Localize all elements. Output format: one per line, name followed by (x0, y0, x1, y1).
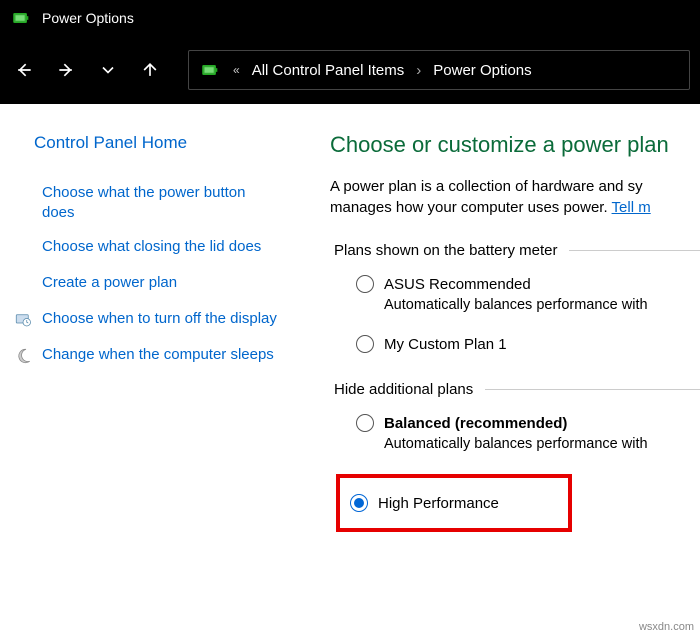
highlighted-plan-box: High Performance (336, 474, 572, 532)
plan-asus-recommended[interactable]: ASUS Recommended (356, 275, 700, 293)
sidebar-item-label[interactable]: Create a power plan (42, 273, 177, 293)
radio-icon[interactable] (356, 275, 374, 293)
sidebar-item-label[interactable]: Choose what the power button does (42, 183, 280, 224)
address-bar[interactable]: « All Control Panel Items › Power Option… (188, 50, 690, 90)
sidebar-item-label[interactable]: Choose what closing the lid does (42, 237, 261, 257)
plan-label: ASUS Recommended (384, 276, 531, 293)
plan-balanced[interactable]: Balanced (recommended) (356, 414, 700, 432)
page-heading: Choose or customize a power plan (330, 132, 700, 158)
sidebar-item-display-off[interactable]: Choose when to turn off the display (34, 309, 280, 331)
battery-icon (10, 7, 32, 29)
battery-icon (199, 59, 221, 81)
sidebar-item-closing-lid[interactable]: Choose what closing the lid does (34, 237, 280, 259)
sidebar-item-label[interactable]: Change when the computer sleeps (42, 345, 274, 365)
sidebar: Control Panel Home Choose what the power… (0, 132, 300, 637)
plan-label: Balanced (recommended) (384, 415, 567, 432)
chevron-right-icon: › (416, 62, 421, 79)
watermark: wsxdn.com (639, 621, 694, 633)
moon-icon (12, 345, 34, 367)
divider (485, 389, 700, 390)
chevrons-icon: « (233, 63, 240, 77)
radio-icon[interactable] (356, 414, 374, 432)
sidebar-home-label[interactable]: Control Panel Home (34, 133, 187, 152)
title-bar: Power Options (0, 0, 700, 36)
radio-icon[interactable] (356, 335, 374, 353)
tell-more-link[interactable]: Tell m (612, 199, 651, 216)
group-plans-shown: Plans shown on the battery meter (334, 242, 700, 259)
sidebar-item-create-plan[interactable]: Create a power plan (34, 273, 280, 295)
group-label-text: Hide additional plans (334, 381, 473, 398)
plan-high-performance-label[interactable]: High Performance (378, 495, 499, 512)
back-button[interactable] (10, 56, 38, 84)
window-title: Power Options (42, 10, 134, 26)
group-label-text: Plans shown on the battery meter (334, 242, 557, 259)
empty-icon (12, 237, 34, 259)
main-panel: Choose or customize a power plan A power… (300, 132, 700, 637)
group-hide-additional[interactable]: Hide additional plans (334, 381, 700, 398)
monitor-clock-icon (12, 309, 34, 331)
divider (569, 250, 700, 251)
page-description: A power plan is a collection of hardware… (330, 176, 700, 218)
control-panel-home-link[interactable]: Control Panel Home (34, 132, 280, 155)
forward-button[interactable] (52, 56, 80, 84)
breadcrumb-item[interactable]: All Control Panel Items (252, 62, 405, 79)
sidebar-item-sleep[interactable]: Change when the computer sleeps (34, 345, 280, 367)
breadcrumb-item[interactable]: Power Options (433, 62, 531, 79)
plan-description: Automatically balances performance with (384, 297, 700, 313)
nav-bar: « All Control Panel Items › Power Option… (0, 36, 700, 104)
recent-dropdown[interactable] (94, 56, 122, 84)
content-area: Control Panel Home Choose what the power… (0, 104, 700, 637)
plan-label: My Custom Plan 1 (384, 336, 507, 353)
plan-description: Automatically balances performance with (384, 436, 700, 452)
sidebar-item-label[interactable]: Choose when to turn off the display (42, 309, 277, 329)
desc-text: A power plan is a collection of hardware… (330, 178, 643, 195)
sidebar-item-power-button[interactable]: Choose what the power button does (34, 183, 280, 224)
plan-my-custom[interactable]: My Custom Plan 1 (356, 335, 700, 353)
up-button[interactable] (136, 56, 164, 84)
empty-icon (12, 273, 34, 295)
radio-icon-checked[interactable] (350, 494, 368, 512)
empty-icon (12, 183, 34, 205)
desc-text: manages how your computer uses power. (330, 199, 612, 216)
